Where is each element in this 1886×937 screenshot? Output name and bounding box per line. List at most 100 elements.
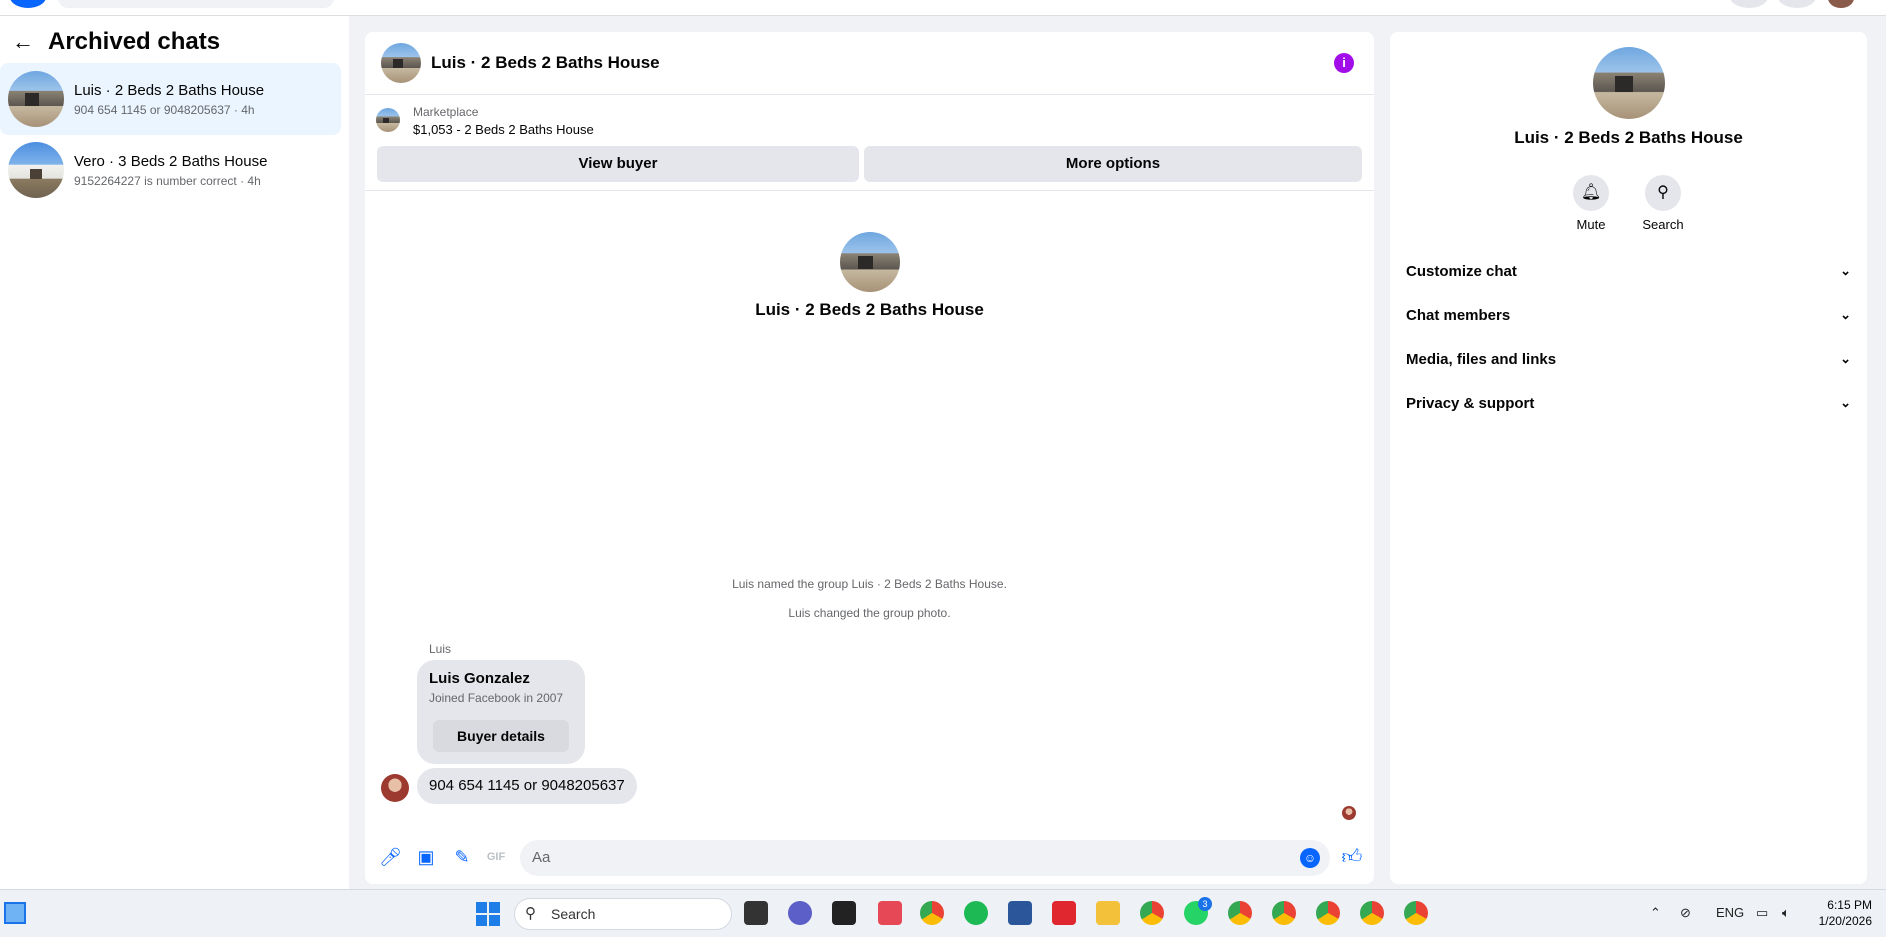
chrome-profile-icon[interactable]	[1404, 901, 1428, 925]
language-indicator[interactable]: ENG	[1716, 905, 1744, 920]
search-icon: ⚲	[1645, 175, 1681, 211]
seen-indicator-avatar	[1342, 806, 1356, 820]
system-message: Luis named the group Luis · 2 Beds 2 Bat…	[732, 577, 1007, 591]
chat-preview: 9152264227 is number correct · 4h	[74, 173, 261, 188]
marketplace-label: Marketplace	[413, 105, 479, 119]
chevron-down-icon: ⌄	[1840, 307, 1851, 322]
microphone-icon[interactable]: 🎤︎	[379, 846, 402, 868]
facebook-search-input[interactable]	[58, 0, 334, 8]
photo-icon[interactable]: ▣	[415, 846, 437, 868]
sender-name: Luis	[429, 642, 452, 656]
buyer-details-button[interactable]: Buyer details	[433, 720, 569, 752]
spotify-icon[interactable]	[964, 901, 988, 925]
display-icon[interactable]: ▭	[1756, 905, 1768, 921]
sticker-icon[interactable]: ✎	[451, 846, 473, 868]
task-view-icon[interactable]	[744, 901, 768, 925]
customize-chat-row[interactable]: Customize chat ⌄	[1406, 253, 1851, 289]
chevron-down-icon: ⌄	[1840, 395, 1851, 410]
windows-taskbar: ⚲ Search 3 ⌃ ⊘ ENG ▭ 🔈︎ 6:15 PM 1/20/202…	[0, 889, 1886, 937]
chat-name: Vero · 3 Beds 2 Baths House	[74, 152, 268, 170]
mute-label: Mute	[1576, 217, 1606, 232]
thumbs-up-icon[interactable]: 👍︎	[1341, 846, 1363, 868]
notifications-icon[interactable]	[1778, 0, 1816, 8]
chrome-profile-icon[interactable]	[1140, 901, 1164, 925]
section-label: Privacy & support	[1406, 394, 1535, 412]
whatsapp-icon[interactable]: 3	[1184, 897, 1212, 925]
search-in-chat-button[interactable]: ⚲ Search	[1633, 175, 1693, 232]
chrome-profile-icon[interactable]	[1272, 901, 1296, 925]
chrome-icon[interactable]	[920, 901, 944, 925]
media-files-links-row[interactable]: Media, files and links ⌄	[1406, 341, 1851, 377]
section-label: Media, files and links	[1406, 350, 1557, 368]
listing-title[interactable]: $1,053 - 2 Beds 2 Baths House	[413, 122, 594, 137]
chat-info-avatar[interactable]	[1593, 47, 1665, 119]
sidebar-header: ← Archived chats	[12, 28, 220, 56]
account-avatar[interactable]	[1828, 0, 1854, 8]
chat-thumbnail	[8, 71, 64, 127]
taskbar-search[interactable]: ⚲ Search	[514, 898, 732, 930]
windows-start-icon[interactable]	[476, 902, 500, 926]
message-bubble[interactable]: 904 654 1145 or 9048205637	[417, 768, 637, 804]
sender-avatar[interactable]	[381, 774, 409, 802]
chrome-profile-icon[interactable]	[1360, 901, 1384, 925]
whatsapp-badge: 3	[1198, 897, 1212, 911]
conversation-avatar[interactable]	[381, 43, 421, 83]
section-label: Chat members	[1406, 306, 1511, 324]
archived-chats-sidebar: ← Archived chats Luis · 2 Beds 2 Baths H…	[0, 16, 349, 889]
facebook-top-bar	[0, 0, 1886, 16]
search-icon: ⚲	[525, 905, 536, 922]
message-composer: 🎤︎ ▣ ✎ GIF Aa ☺ 👍︎	[365, 832, 1374, 884]
listing-thumbnail[interactable]	[376, 108, 400, 132]
chrome-profile-icon[interactable]	[1316, 901, 1340, 925]
system-message: Luis changed the group photo.	[788, 606, 951, 620]
taskbar-search-label: Search	[551, 906, 596, 922]
group-name: Luis · 2 Beds 2 Baths House	[755, 300, 984, 319]
taskbar-clock[interactable]: 6:15 PM 1/20/2026	[1810, 897, 1872, 929]
back-arrow-icon[interactable]: ←	[12, 29, 34, 55]
mute-button[interactable]: 🔔︎ Mute	[1561, 175, 1621, 232]
search-label: Search	[1642, 217, 1684, 232]
network-icon[interactable]: ⊘	[1680, 905, 1691, 921]
volume-icon[interactable]: 🔈︎	[1782, 905, 1790, 921]
buyer-profile-card: Luis Gonzalez Joined Facebook in 2007 Bu…	[417, 660, 585, 764]
bell-icon: 🔔︎	[1573, 175, 1609, 211]
section-label: Customize chat	[1406, 262, 1517, 280]
word-icon[interactable]	[1008, 901, 1032, 925]
facebook-logo-icon[interactable]	[10, 0, 46, 8]
chat-preview: 904 654 1145 or 9048205637 · 4h	[74, 102, 255, 117]
sidebar-title: Archived chats	[48, 28, 221, 55]
gif-icon[interactable]: GIF	[485, 846, 507, 868]
chevron-up-icon[interactable]: ⌃	[1650, 905, 1661, 921]
file-explorer-icon[interactable]	[1096, 901, 1120, 925]
widgets-icon[interactable]	[4, 902, 26, 924]
privacy-support-row[interactable]: Privacy & support ⌄	[1406, 385, 1851, 421]
menu-icon[interactable]	[1730, 0, 1768, 8]
chevron-down-icon: ⌄	[1840, 263, 1851, 278]
clock-time: 6:15 PM	[1827, 898, 1872, 912]
group-avatar	[840, 232, 900, 292]
marketplace-listing-banner: Marketplace $1,053 - 2 Beds 2 Baths Hous…	[365, 95, 1374, 191]
message-input[interactable]: Aa ☺	[520, 840, 1330, 876]
chat-info-panel: Luis · 2 Beds 2 Baths House 🔔︎ Mute ⚲ Se…	[1390, 32, 1867, 884]
chat-list-item[interactable]: Vero · 3 Beds 2 Baths House 9152264227 i…	[0, 134, 341, 206]
buyer-joined: Joined Facebook in 2007	[429, 691, 564, 705]
chevron-down-icon: ⌄	[1840, 351, 1851, 366]
conversation-title[interactable]: Luis · 2 Beds 2 Baths House	[431, 53, 660, 73]
conversation-panel: Luis · 2 Beds 2 Baths House i Marketplac…	[365, 32, 1374, 884]
info-icon[interactable]: i	[1334, 53, 1354, 73]
teams-icon[interactable]	[788, 901, 812, 925]
chat-thumbnail	[8, 142, 64, 198]
chat-members-row[interactable]: Chat members ⌄	[1406, 297, 1851, 333]
chat-list-item[interactable]: Luis · 2 Beds 2 Baths House 904 654 1145…	[0, 63, 341, 135]
emoji-icon[interactable]: ☺	[1300, 848, 1320, 868]
anydesk-icon[interactable]	[1052, 901, 1076, 925]
more-options-button[interactable]: More options	[864, 146, 1362, 182]
chrome-profile-icon[interactable]	[1228, 901, 1252, 925]
clock-date: 1/20/2026	[1818, 914, 1872, 928]
view-buyer-button[interactable]: View buyer	[377, 146, 859, 182]
chat-name: Luis · 2 Beds 2 Baths House	[74, 81, 265, 99]
chat-info-name: Luis · 2 Beds 2 Baths House	[1514, 128, 1743, 147]
snipping-tool-icon[interactable]	[878, 901, 902, 925]
notepad-icon[interactable]	[832, 901, 856, 925]
conversation-header: Luis · 2 Beds 2 Baths House i	[365, 32, 1374, 95]
